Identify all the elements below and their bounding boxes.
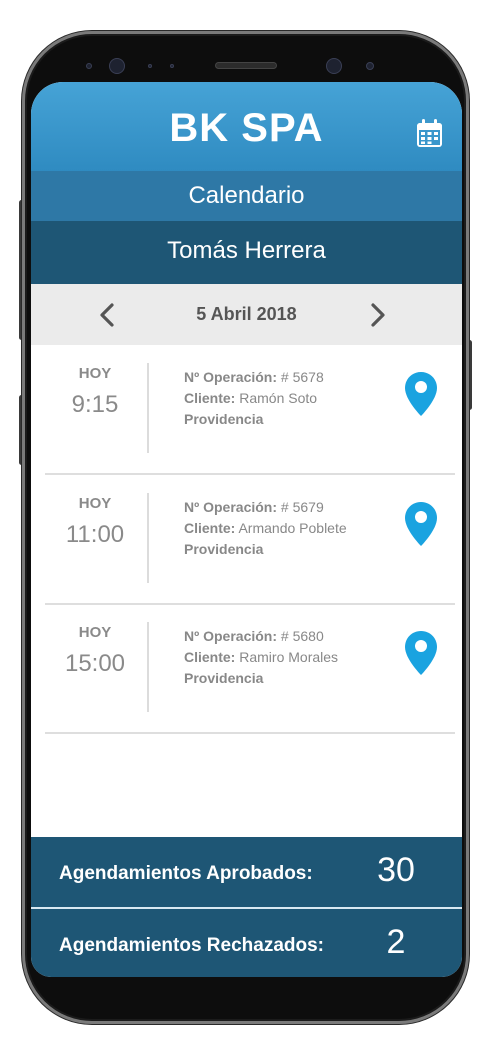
sensor-dot: [170, 64, 174, 68]
user-name: Tomás Herrera: [31, 221, 462, 284]
client-label: Cliente:: [184, 390, 236, 406]
operation-number: # 5678: [280, 369, 324, 385]
brand-logo: BK SPA: [169, 106, 324, 150]
appointment-day: HOY: [78, 365, 112, 382]
client-label: Cliente:: [184, 649, 236, 665]
sensor-dot: [148, 64, 152, 68]
divider: [147, 363, 149, 453]
appointment-item[interactable]: HOY 11:00 Nº Operación: # 5679 Cliente: …: [31, 475, 462, 605]
earpiece-speaker: [215, 62, 277, 69]
location-name: Providencia: [184, 670, 264, 686]
appointment-details: Nº Operación: # 5678 Cliente: Ramón Soto…: [184, 367, 324, 430]
client-name: Armando Poblete: [238, 520, 347, 536]
approved-label: Agendamientos Aprobados:: [59, 863, 313, 884]
rejected-count: 2: [386, 923, 406, 961]
appointment-time: 9:15: [71, 391, 119, 418]
divider: [45, 732, 455, 734]
rejected-summary: Agendamientos Rechazados: 2: [31, 907, 462, 977]
rejected-label: Agendamientos Rechazados:: [59, 935, 324, 956]
appointment-item[interactable]: HOY 9:15 Nº Operación: # 5678 Cliente: R…: [31, 345, 462, 475]
client-label: Cliente:: [184, 520, 236, 536]
client-name: Ramiro Morales: [239, 649, 339, 665]
section-title: Calendario: [31, 171, 462, 221]
appointment-day: HOY: [78, 495, 112, 512]
appointment-day: HOY: [78, 624, 112, 641]
sensor-dot: [366, 62, 374, 70]
iris-scanner: [326, 58, 342, 74]
client-name: Ramón Soto: [239, 390, 318, 406]
appointment-time: 11:00: [65, 521, 125, 548]
location-name: Providencia: [184, 411, 264, 427]
operation-label: Nº Operación:: [184, 499, 278, 515]
approved-count: 30: [377, 851, 415, 889]
operation-label: Nº Operación:: [184, 628, 278, 644]
operation-number: # 5679: [280, 499, 324, 515]
app-header: BK SPA: [31, 82, 462, 171]
date-navigator: 5 Abril 2018: [31, 284, 462, 345]
approved-summary: Agendamientos Aprobados: 30: [31, 837, 462, 907]
map-pin-icon[interactable]: [404, 630, 438, 676]
calendar-icon[interactable]: [416, 119, 443, 148]
operation-label: Nº Operación:: [184, 369, 278, 385]
location-name: Providencia: [184, 541, 264, 557]
front-camera: [109, 58, 125, 74]
appointment-time: 15:00: [64, 650, 126, 677]
operation-number: # 5680: [280, 628, 324, 644]
divider: [147, 493, 149, 583]
chevron-right-icon[interactable]: [366, 302, 390, 328]
map-pin-icon[interactable]: [404, 371, 438, 417]
divider: [147, 622, 149, 712]
map-pin-icon[interactable]: [404, 501, 438, 547]
app-screen: BK SPA Calendario Tomás Herrera 5 Abril …: [31, 82, 462, 977]
sensor-dot: [86, 63, 92, 69]
current-date: 5 Abril 2018: [196, 304, 297, 324]
appointment-details: Nº Operación: # 5680 Cliente: Ramiro Mor…: [184, 626, 338, 689]
appointment-details: Nº Operación: # 5679 Cliente: Armando Po…: [184, 497, 347, 560]
appointment-item[interactable]: HOY 15:00 Nº Operación: # 5680 Cliente: …: [31, 604, 462, 734]
